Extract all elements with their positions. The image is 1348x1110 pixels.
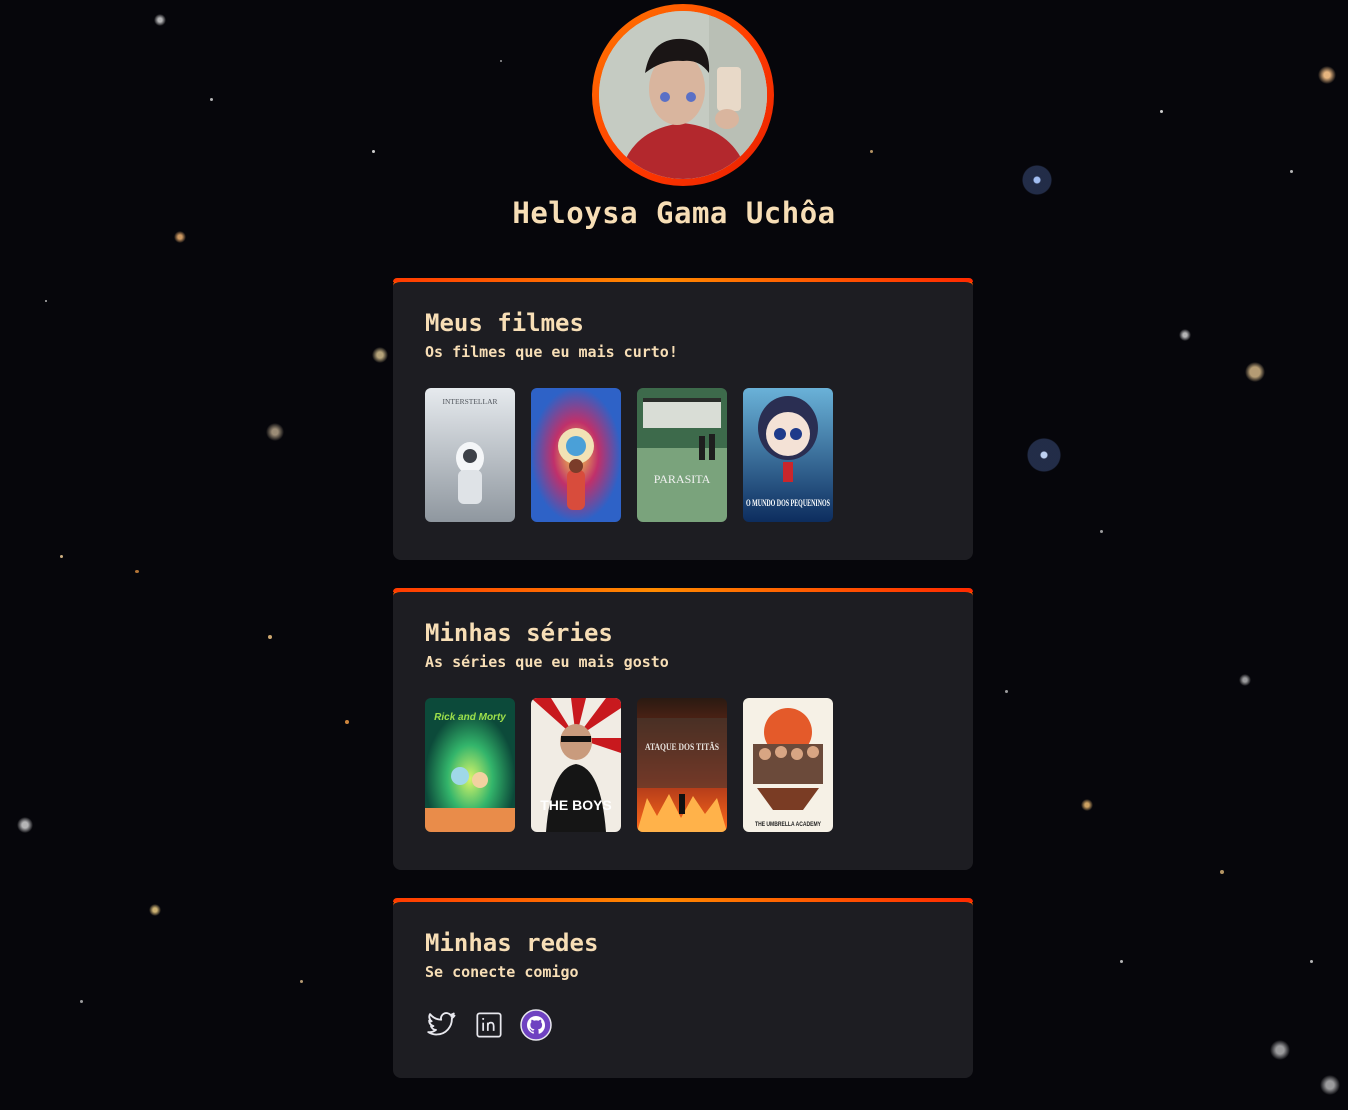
movies-subtitle: Os filmes que eu mais curto! bbox=[425, 343, 678, 361]
movie-poster-parasita[interactable]: PARASITA bbox=[637, 388, 727, 522]
linkedin-icon[interactable] bbox=[472, 1008, 505, 1041]
social-subtitle: Se conecte comigo bbox=[425, 963, 579, 981]
series-poster-rick-and-morty[interactable]: Rick and Morty bbox=[425, 698, 515, 832]
series-poster-the-boys[interactable]: THE BOYS bbox=[531, 698, 621, 832]
movies-title: Meus filmes bbox=[425, 309, 584, 337]
movie-poster-everything[interactable] bbox=[531, 388, 621, 522]
social-links bbox=[425, 1008, 941, 1041]
series-card: Minhas séries As séries que eu mais gost… bbox=[393, 588, 973, 870]
movies-list: INTERSTELLAR PARASITA O MUNDO DOS PEQUEN… bbox=[425, 388, 941, 522]
poster-title: INTERSTELLAR bbox=[443, 397, 498, 406]
profile-photo bbox=[599, 11, 767, 179]
poster-title: ATAQUE DOS TITÃS bbox=[645, 742, 719, 752]
movies-card: Meus filmes Os filmes que eu mais curto!… bbox=[393, 278, 973, 560]
series-title: Minhas séries bbox=[425, 619, 613, 647]
poster-title: PARASITA bbox=[654, 472, 711, 486]
poster-title: O MUNDO DOS PEQUENINOS bbox=[746, 498, 830, 508]
series-poster-ataque-dos-titas[interactable]: ATAQUE DOS TITÃS bbox=[637, 698, 727, 832]
movie-poster-o-mundo-dos-pequeninos[interactable]: O MUNDO DOS PEQUENINOS bbox=[743, 388, 833, 522]
twitter-icon[interactable] bbox=[425, 1008, 458, 1041]
movie-poster-interstellar[interactable]: INTERSTELLAR bbox=[425, 388, 515, 522]
avatar bbox=[592, 4, 774, 186]
poster-title: THE UMBRELLA ACADEMY bbox=[755, 822, 821, 828]
poster-title: THE BOYS bbox=[540, 797, 612, 813]
github-icon[interactable] bbox=[519, 1008, 552, 1041]
social-title: Minhas redes bbox=[425, 929, 599, 957]
series-subtitle: As séries que eu mais gosto bbox=[425, 653, 669, 671]
series-poster-umbrella-academy[interactable]: THE UMBRELLA ACADEMY bbox=[743, 698, 833, 832]
series-list: Rick and Morty THE BOYS ATAQUE DOS TITÃS… bbox=[425, 698, 941, 832]
social-card: Minhas redes Se conecte comigo bbox=[393, 898, 973, 1078]
profile-name: Heloysa Gama Uchôa bbox=[512, 196, 836, 230]
poster-title: Rick and Morty bbox=[434, 712, 506, 723]
